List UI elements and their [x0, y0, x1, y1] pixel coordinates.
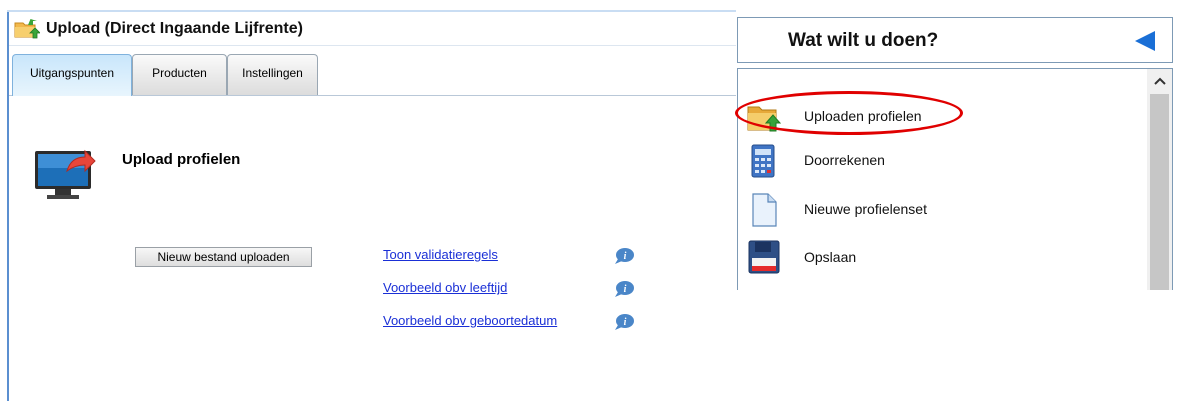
new-document-icon	[752, 193, 777, 227]
action-upload-profiles[interactable]: Uploaden profielen	[738, 95, 1143, 139]
panel-title: Upload (Direct Ingaande Lijfrente)	[46, 19, 303, 37]
action-label: Opslaan	[804, 249, 857, 265]
scroll-thumb[interactable]	[1150, 94, 1169, 290]
calculator-icon	[751, 144, 775, 178]
example-by-age-link[interactable]: Voorbeeld obv leeftijd	[383, 280, 507, 295]
actions-header: Wat wilt u doen?	[737, 17, 1173, 63]
action-save[interactable]: Opslaan	[738, 236, 1143, 280]
section-title: Upload profielen	[122, 151, 241, 168]
link-row-validation: Toon validatieregels i	[383, 247, 643, 265]
actions-scrollbar[interactable]	[1147, 69, 1172, 290]
link-row-age: Voorbeeld obv leeftijd i	[383, 280, 643, 298]
folder-upload-icon	[747, 106, 782, 132]
floppy-disk-icon	[748, 240, 780, 274]
upload-panel: Upload (Direct Ingaande Lijfrente) Uitga…	[0, 0, 736, 401]
scroll-up-button[interactable]	[1147, 69, 1172, 93]
action-new-profile-set[interactable]: Nieuwe profielenset	[738, 188, 1143, 232]
monitor-upload-icon	[35, 149, 96, 199]
panel-title-bar: Upload (Direct Ingaande Lijfrente)	[9, 12, 736, 46]
info-icon[interactable]: i	[613, 247, 635, 265]
example-by-birthdate-link[interactable]: Voorbeeld obv geboortedatum	[383, 313, 557, 328]
actions-title: Wat wilt u doen?	[788, 30, 939, 51]
show-validation-rules-link[interactable]: Toon validatieregels	[383, 247, 498, 262]
folder-upload-icon	[14, 18, 40, 38]
tab-instellingen[interactable]: Instellingen	[227, 54, 318, 95]
tab-bar: Uitgangspunten Producten Instellingen	[9, 50, 736, 96]
action-label: Nieuwe profielenset	[804, 201, 927, 217]
chevron-up-icon	[1153, 77, 1166, 85]
link-row-birthdate: Voorbeeld obv geboortedatum i	[383, 313, 643, 331]
tab-uitgangspunten[interactable]: Uitgangspunten	[12, 54, 132, 96]
svg-text:i: i	[624, 251, 627, 262]
tab-producten[interactable]: Producten	[132, 54, 227, 95]
info-icon[interactable]: i	[613, 313, 635, 331]
info-icon[interactable]: i	[613, 280, 635, 298]
action-label: Uploaden profielen	[804, 108, 922, 124]
svg-text:i: i	[624, 284, 627, 295]
actions-list: Uploaden profielen Doorrekenen Nieuwe pr…	[737, 68, 1173, 290]
upload-file-button[interactable]: Nieuw bestand uploaden	[135, 247, 312, 267]
collapse-arrow-icon[interactable]	[1134, 30, 1156, 52]
svg-text:i: i	[624, 317, 627, 328]
action-label: Doorrekenen	[804, 152, 885, 168]
action-calculate[interactable]: Doorrekenen	[738, 139, 1143, 183]
